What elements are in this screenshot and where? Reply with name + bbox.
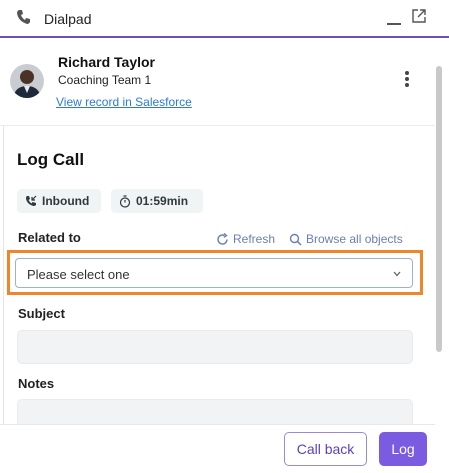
- search-icon: [289, 233, 302, 246]
- related-to-select[interactable]: Please select one: [15, 258, 413, 288]
- subject-label: Subject: [18, 306, 65, 321]
- popout-icon[interactable]: [411, 8, 427, 24]
- salesforce-record-link[interactable]: View record in Salesforce: [56, 95, 192, 109]
- duration-text: 01:59min: [136, 194, 189, 208]
- duration-badge: 01:59min: [111, 189, 203, 213]
- title-bar: Dialpad: [0, 0, 449, 38]
- more-vertical-icon[interactable]: [402, 70, 412, 88]
- refresh-icon: [217, 232, 228, 245]
- browse-label: Browse all objects: [306, 232, 403, 246]
- direction-badge: Inbound: [17, 189, 101, 213]
- related-to-label: Related to: [18, 230, 81, 245]
- related-to-value: Please select one: [27, 267, 130, 282]
- browse-all-objects-button[interactable]: Browse all objects: [289, 232, 403, 246]
- footer-bar: [0, 424, 435, 473]
- chevron-down-icon: [393, 271, 401, 277]
- inbound-call-icon: [26, 195, 37, 206]
- stopwatch-icon: [119, 194, 131, 208]
- minimize-icon[interactable]: [387, 9, 401, 25]
- log-button[interactable]: Log: [379, 432, 427, 466]
- notes-label: Notes: [18, 376, 55, 391]
- contact-team: Coaching Team 1: [58, 73, 152, 87]
- refresh-button[interactable]: Refresh: [216, 232, 275, 246]
- refresh-label: Refresh: [233, 232, 276, 246]
- window-title: Dialpad: [44, 11, 92, 27]
- avatar: [10, 64, 44, 98]
- scrollbar-thumb[interactable]: [436, 66, 442, 352]
- contact-header: Richard Taylor Coaching Team 1 View reco…: [0, 40, 435, 126]
- direction-text: Inbound: [42, 194, 90, 208]
- contact-name: Richard Taylor: [58, 54, 155, 70]
- log-call-title: Log Call: [17, 150, 85, 169]
- subject-input[interactable]: [17, 330, 413, 364]
- phone-icon: [17, 10, 30, 24]
- call-back-button[interactable]: Call back: [284, 432, 367, 466]
